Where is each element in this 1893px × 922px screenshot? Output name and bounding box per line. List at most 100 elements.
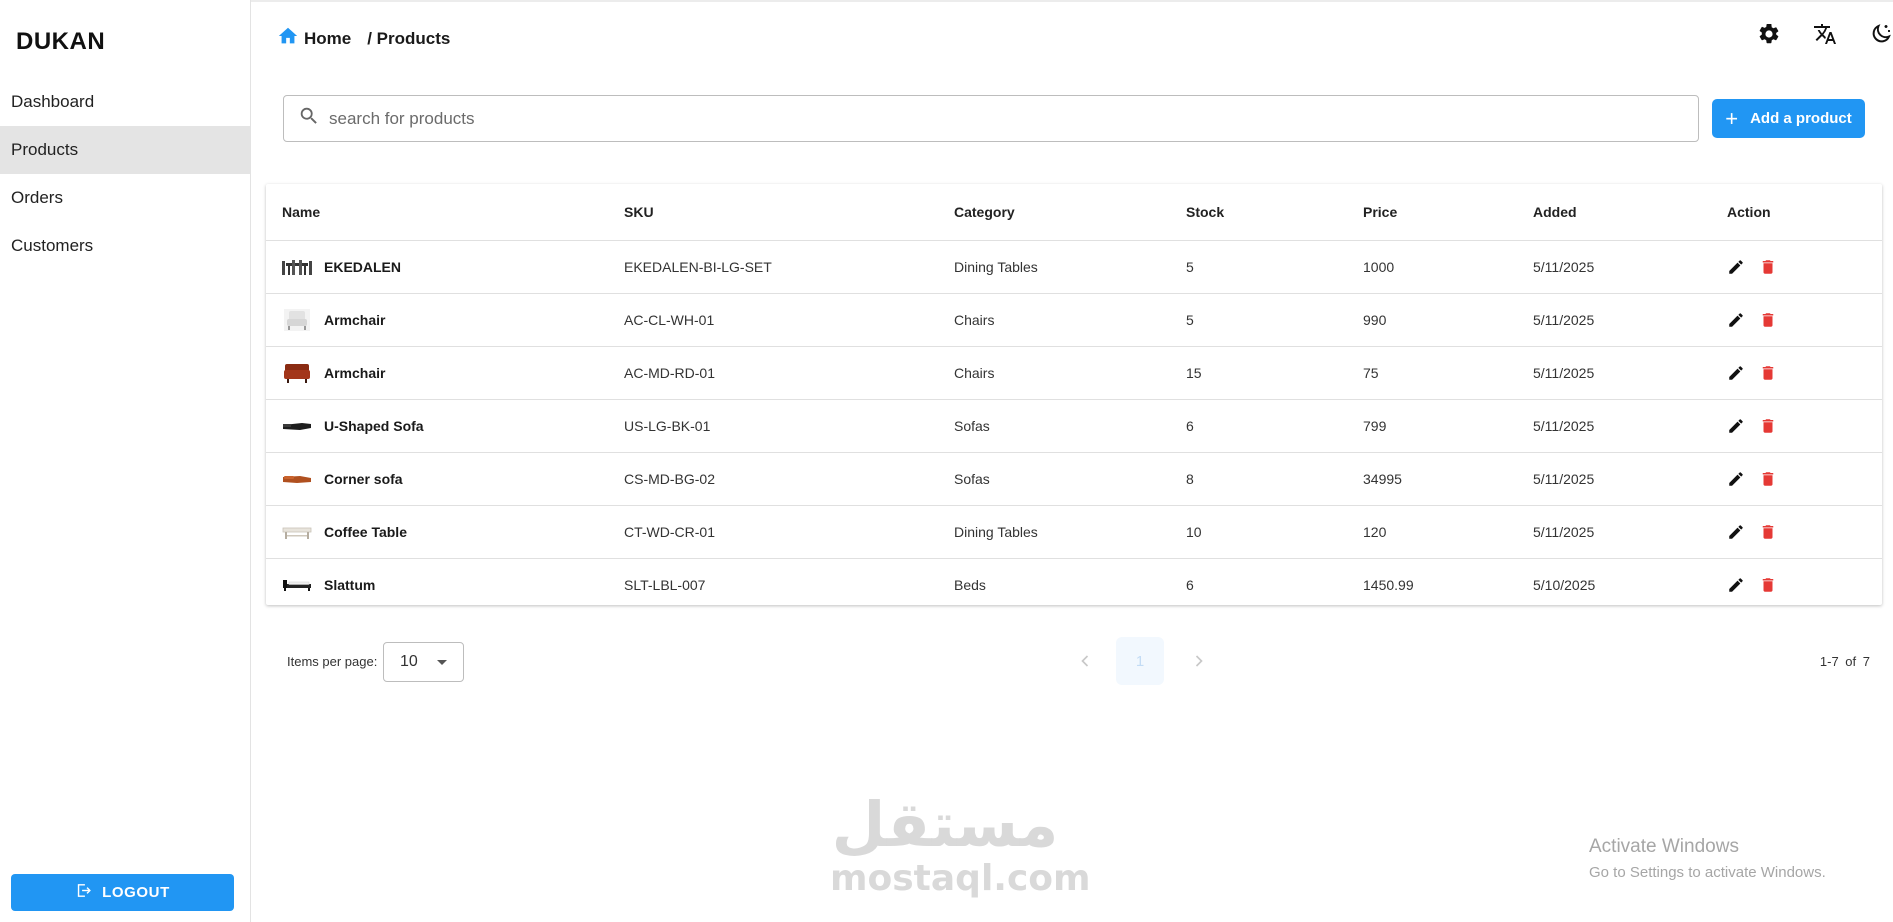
dark-mode-icon[interactable] <box>1869 22 1893 46</box>
edit-icon[interactable] <box>1727 311 1745 329</box>
sidebar: DUKAN Dashboard Products Orders Customer… <box>0 0 251 922</box>
product-stock: 5 <box>1186 311 1194 328</box>
breadcrumb: Home / Products <box>277 25 450 52</box>
product-thumbnail <box>282 254 312 280</box>
product-category: Sofas <box>954 470 990 487</box>
table-row[interactable]: Armchair AC-MD-RD-01 Chairs 15 75 5/11/2… <box>266 346 1882 399</box>
sidebar-item-orders[interactable]: Orders <box>0 174 250 222</box>
delete-icon[interactable] <box>1759 470 1777 488</box>
breadcrumb-home-label: Home <box>304 28 352 48</box>
table-row[interactable]: EKEDALEN EKEDALEN-BI-LG-SET Dining Table… <box>266 240 1882 293</box>
product-stock: 5 <box>1186 258 1194 275</box>
page-button-current[interactable]: 1 <box>1116 637 1164 685</box>
search-box <box>283 95 1699 142</box>
product-category: Dining Tables <box>954 258 1038 275</box>
product-name: Armchair <box>324 364 386 381</box>
product-thumbnail <box>282 360 312 386</box>
sidebar-item-dashboard[interactable]: Dashboard <box>0 78 250 126</box>
product-added: 5/11/2025 <box>1533 311 1595 328</box>
breadcrumb-current: / Products <box>367 28 451 48</box>
product-added: 5/11/2025 <box>1533 417 1595 434</box>
product-added: 5/11/2025 <box>1533 523 1595 540</box>
sidebar-item-products[interactable]: Products <box>0 126 250 174</box>
delete-icon[interactable] <box>1759 417 1777 435</box>
product-stock: 8 <box>1186 470 1194 487</box>
column-header-added[interactable]: Added <box>1517 184 1711 240</box>
product-category: Dining Tables <box>954 523 1038 540</box>
product-sku: AC-CL-WH-01 <box>624 311 715 328</box>
product-stock: 6 <box>1186 576 1194 593</box>
search-icon <box>298 105 320 132</box>
watermark-arabic: مستقل <box>831 788 1059 861</box>
product-sku: SLT-LBL-007 <box>624 576 706 593</box>
delete-icon[interactable] <box>1759 523 1777 541</box>
column-header-name[interactable]: Name <box>266 184 608 240</box>
search-input[interactable] <box>329 108 1629 129</box>
logout-icon <box>75 882 92 903</box>
add-product-button[interactable]: + Add a product <box>1712 99 1865 138</box>
column-header-sku[interactable]: SKU <box>608 184 938 240</box>
plus-icon: + <box>1725 105 1739 131</box>
column-header-stock[interactable]: Stock <box>1170 184 1347 240</box>
product-name: EKEDALEN <box>324 258 402 275</box>
column-header-action: Action <box>1727 203 1771 220</box>
edit-icon[interactable] <box>1727 364 1745 382</box>
product-name: Slattum <box>324 576 376 593</box>
breadcrumb-home[interactable]: Home <box>277 25 351 52</box>
product-thumbnail <box>282 572 312 598</box>
delete-icon[interactable] <box>1759 576 1777 594</box>
caret-down-icon <box>437 660 447 665</box>
add-product-label: Add a product <box>1750 110 1852 127</box>
sidebar-item-customers[interactable]: Customers <box>0 222 250 270</box>
table-row[interactable]: U-Shaped Sofa US-LG-BK-01 Sofas 6 799 5/… <box>266 399 1882 452</box>
edit-icon[interactable] <box>1727 523 1745 541</box>
logout-button[interactable]: LOGOUT <box>11 874 234 911</box>
edit-icon[interactable] <box>1727 258 1745 276</box>
product-category: Chairs <box>954 311 995 328</box>
product-added: 5/11/2025 <box>1533 258 1595 275</box>
product-category: Beds <box>954 576 986 593</box>
product-stock: 10 <box>1186 523 1202 540</box>
product-price: 34995 <box>1363 470 1402 487</box>
table-row[interactable]: Slattum SLT-LBL-007 Beds 6 1450.99 5/10/… <box>266 558 1882 611</box>
activate-windows-title: Activate Windows <box>1589 836 1739 857</box>
chevron-right-icon[interactable] <box>1188 650 1210 672</box>
product-name: Armchair <box>324 311 386 328</box>
table-row[interactable]: Coffee Table CT-WD-CR-01 Dining Tables 1… <box>266 505 1882 558</box>
logout-label: LOGOUT <box>102 884 170 901</box>
items-per-page-select[interactable]: 10 <box>383 642 464 682</box>
table-row[interactable]: Corner sofa CS-MD-BG-02 Sofas 8 34995 5/… <box>266 452 1882 505</box>
edit-icon[interactable] <box>1727 417 1745 435</box>
product-sku: CS-MD-BG-02 <box>624 470 716 487</box>
activate-windows-subtitle: Go to Settings to activate Windows. <box>1589 864 1826 881</box>
product-thumbnail <box>282 413 312 439</box>
product-price: 1000 <box>1363 258 1395 275</box>
sidebar-nav: Dashboard Products Orders Customers <box>0 78 250 270</box>
delete-icon[interactable] <box>1759 364 1777 382</box>
delete-icon[interactable] <box>1759 258 1777 276</box>
product-category: Chairs <box>954 364 995 381</box>
items-per-page-value: 10 <box>400 653 418 670</box>
product-sku: US-LG-BK-01 <box>624 417 711 434</box>
product-price: 120 <box>1363 523 1387 540</box>
watermark: مستقل mostaql.com <box>830 788 1091 898</box>
product-category: Sofas <box>954 417 990 434</box>
translate-icon[interactable] <box>1813 22 1837 46</box>
products-table: Name SKU Category Stock Price Added Acti… <box>266 184 1882 605</box>
edit-icon[interactable] <box>1727 470 1745 488</box>
gear-icon[interactable] <box>1757 22 1781 46</box>
product-thumbnail <box>282 466 312 492</box>
edit-icon[interactable] <box>1727 576 1745 594</box>
product-sku: CT-WD-CR-01 <box>624 523 715 540</box>
product-name: Coffee Table <box>324 523 407 540</box>
column-header-price[interactable]: Price <box>1347 184 1517 240</box>
delete-icon[interactable] <box>1759 311 1777 329</box>
column-header-category[interactable]: Category <box>938 184 1170 240</box>
home-icon <box>277 25 299 52</box>
product-price: 990 <box>1363 311 1387 328</box>
table-row[interactable]: Armchair AC-CL-WH-01 Chairs 5 990 5/11/2… <box>266 293 1882 346</box>
chevron-left-icon[interactable] <box>1074 650 1096 672</box>
product-sku: EKEDALEN-BI-LG-SET <box>624 258 772 275</box>
product-price: 799 <box>1363 417 1387 434</box>
pagination-range: 1-7 of 7 <box>1819 654 1870 669</box>
